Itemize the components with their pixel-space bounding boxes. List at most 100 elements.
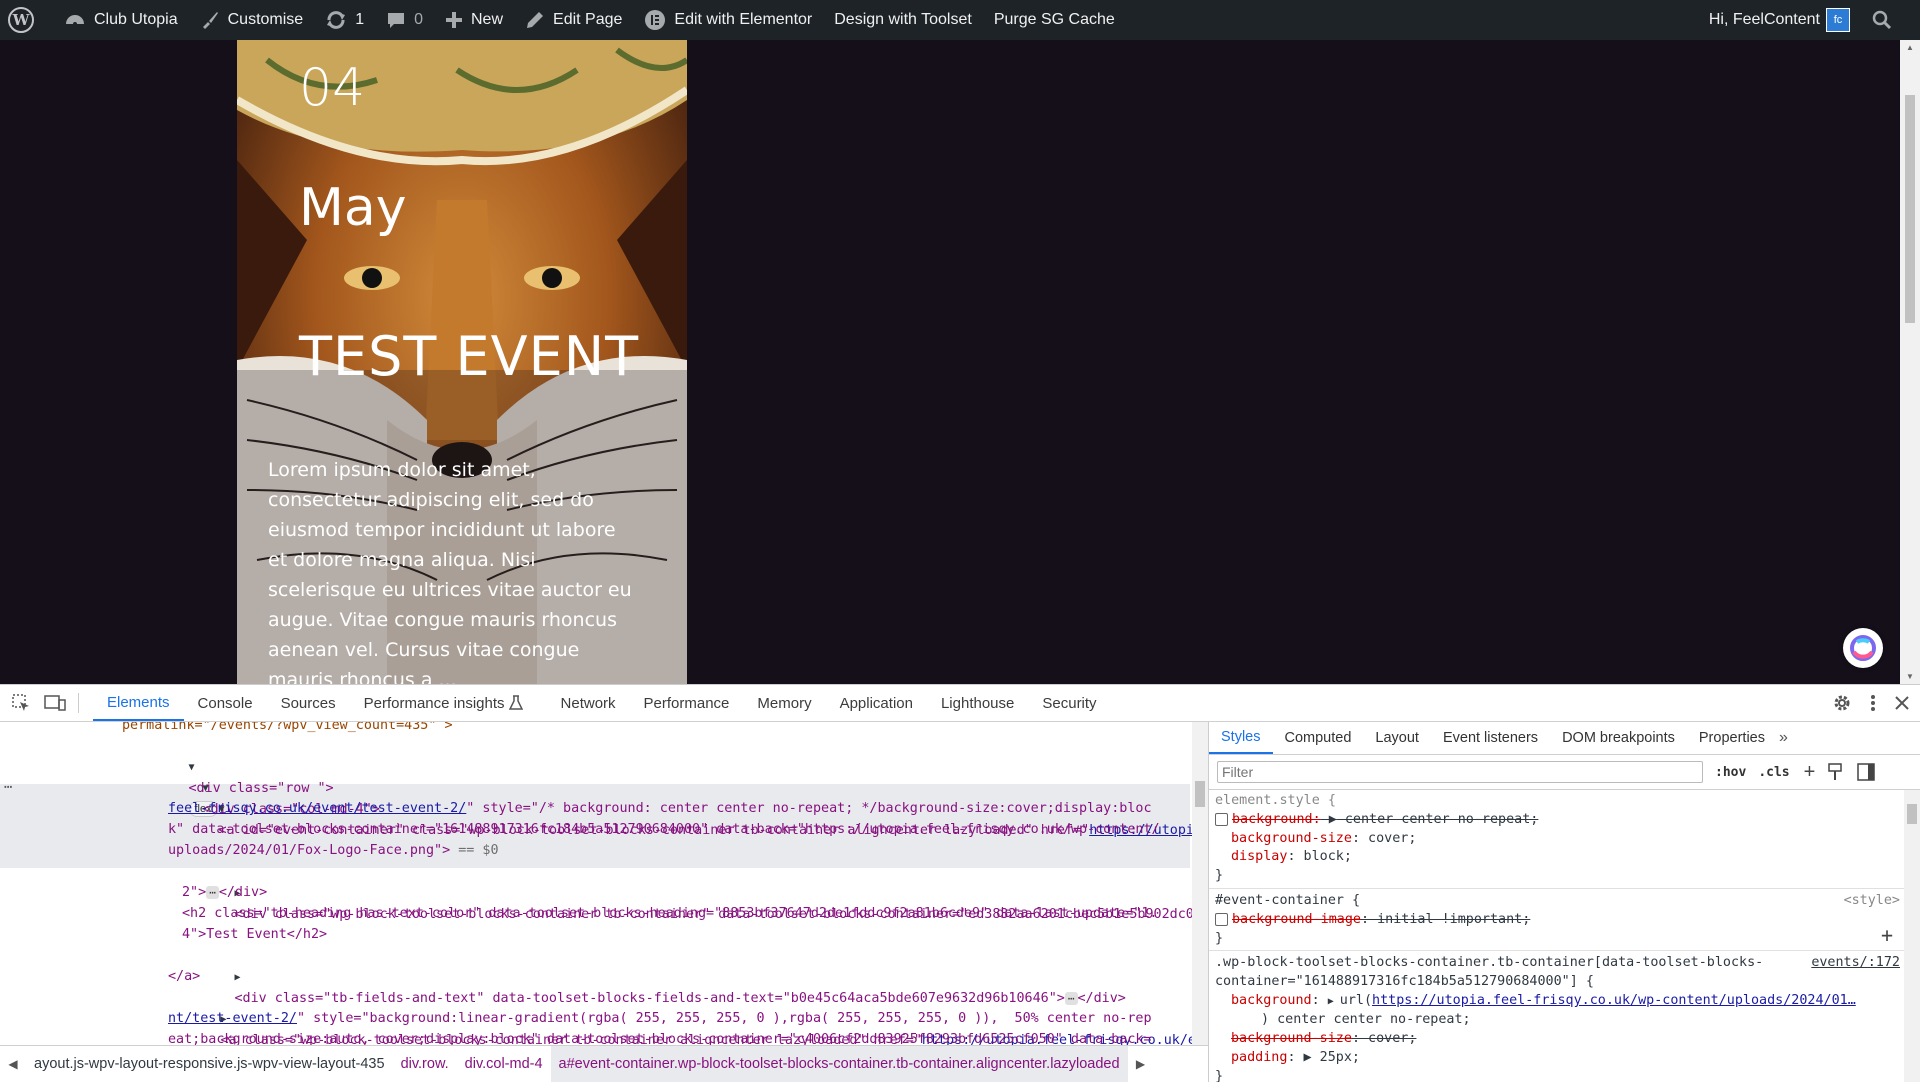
class-toggle[interactable]: .cls xyxy=(1758,765,1789,780)
property-checkbox[interactable] xyxy=(1215,812,1228,826)
css-val-background-size-overridden[interactable]: : cover; xyxy=(1352,1031,1417,1046)
paint-brush-icon[interactable] xyxy=(1827,763,1843,781)
tab-memory[interactable]: Memory xyxy=(743,685,825,721)
site-name-menu[interactable]: Club Utopia xyxy=(53,0,189,40)
tab-network[interactable]: Network xyxy=(547,685,630,721)
dom-breadcrumb: ◀ ayout.js-wpv-layout-responsive.js-wpv-… xyxy=(0,1045,1208,1082)
search-icon xyxy=(1872,10,1892,30)
collapsed-content-badge[interactable]: ⋯ xyxy=(206,886,219,899)
css-prop-display[interactable]: display xyxy=(1231,849,1287,864)
breadcrumb-item[interactable]: div.col-md-4 xyxy=(457,1056,551,1072)
events-source-link[interactable]: events/:172 xyxy=(1811,954,1900,973)
edit-elementor-link[interactable]: Edit with Elementor xyxy=(633,0,823,40)
account-menu[interactable]: Hi, FeelContent fc xyxy=(1698,0,1861,40)
scroll-up-arrow-icon[interactable]: ▲ xyxy=(1906,43,1914,52)
page-scrollbar[interactable]: ▲ ▼ xyxy=(1900,40,1920,684)
background-url-link[interactable]: https://utopia.feel-frisqy.co.uk/wp-cont… xyxy=(1372,993,1856,1008)
styles-scrollbar[interactable] xyxy=(1904,790,1920,1082)
edit-page-label: Edit Page xyxy=(553,11,623,28)
search-toggle[interactable] xyxy=(1861,0,1920,40)
settings-gear-icon[interactable] xyxy=(1832,693,1852,713)
sidebar-toggle-icon[interactable] xyxy=(1857,763,1876,781)
tab-performance[interactable]: Performance xyxy=(630,685,744,721)
anchor2-href-link-cont[interactable]: nt/test-event-2/ xyxy=(168,1011,297,1026)
event-day: 04 xyxy=(299,58,366,118)
css-prop-background[interactable]: background xyxy=(1231,993,1312,1008)
new-content-menu[interactable]: New xyxy=(434,0,514,40)
tab-layout[interactable]: Layout xyxy=(1363,722,1431,754)
event-description: Lorem ipsum dolor sit amet, consectetur … xyxy=(268,459,632,684)
edit-elementor-label: Edit with Elementor xyxy=(674,11,813,28)
anchor-href-link-cont[interactable]: feel-frisqy.co.uk/event/test-event-2/ xyxy=(168,801,466,816)
tab-security[interactable]: Security xyxy=(1028,685,1110,721)
breadcrumb-left-arrow-icon[interactable]: ◀ xyxy=(0,1057,26,1071)
styles-scroll-thumb[interactable] xyxy=(1907,804,1917,824)
rule-close-brace: } xyxy=(1215,1069,1224,1082)
code-line-heading[interactable]: <h2 class="tb-heading has-text-color" da… xyxy=(182,906,1157,921)
close-devtools-icon[interactable] xyxy=(1894,695,1910,711)
inspect-element-button[interactable] xyxy=(4,685,38,721)
collapse-arrow-icon[interactable]: ▶ xyxy=(235,972,241,983)
node-actions-ellipsis-icon[interactable]: ⋯ xyxy=(4,778,12,799)
css-prop-background[interactable]: background: xyxy=(1232,812,1321,827)
comments-link[interactable]: 0 xyxy=(375,0,434,40)
tab-performance-insights[interactable]: Performance insights xyxy=(350,685,537,721)
elementor-icon xyxy=(645,10,666,30)
styles-tabbar: Styles Computed Layout Event listeners D… xyxy=(1209,722,1920,755)
tab-elements[interactable]: Elements xyxy=(93,685,184,721)
more-options-icon[interactable] xyxy=(1870,694,1876,712)
breadcrumb-item-active[interactable]: a#event-container.wp-block-toolset-block… xyxy=(550,1046,1128,1082)
style-source-link[interactable]: <style> xyxy=(1844,892,1900,911)
elements-tree[interactable]: permalink="/events/?wpv_view_count=435" … xyxy=(0,722,1208,1045)
breadcrumb-right-arrow-icon[interactable]: ▶ xyxy=(1128,1057,1154,1071)
rule-close-brace: } xyxy=(1215,868,1224,883)
new-rule-plus-icon[interactable]: + xyxy=(1804,761,1816,784)
tab-dom-breakpoints[interactable]: DOM breakpoints xyxy=(1550,722,1687,754)
tab-console[interactable]: Console xyxy=(184,685,267,721)
tab-computed[interactable]: Computed xyxy=(1273,722,1364,754)
tab-event-listeners[interactable]: Event listeners xyxy=(1431,722,1550,754)
elements-scrollbar[interactable] xyxy=(1192,722,1208,1045)
tab-sources[interactable]: Sources xyxy=(267,685,350,721)
breadcrumb-item[interactable]: div.row. xyxy=(393,1056,457,1072)
purge-cache-link[interactable]: Purge SG Cache xyxy=(983,0,1126,40)
page-scroll-thumb[interactable] xyxy=(1905,95,1915,323)
code-line-anchor-close[interactable]: </a> xyxy=(168,969,200,984)
css-prop-background-size[interactable]: background-size xyxy=(1231,831,1352,846)
tab-application[interactable]: Application xyxy=(826,685,927,721)
tab-lighthouse[interactable]: Lighthouse xyxy=(927,685,1028,721)
breadcrumb-item[interactable]: ayout.js-wpv-layout-responsive.js-wpv-vi… xyxy=(26,1056,393,1072)
wordpress-menu[interactable]: W xyxy=(0,0,53,40)
more-tabs-chevron-icon[interactable]: » xyxy=(1779,729,1788,747)
svg-text:W: W xyxy=(12,11,31,29)
css-val-background-size[interactable]: : cover; xyxy=(1352,831,1417,846)
device-icon xyxy=(44,695,66,711)
device-toolbar-button[interactable] xyxy=(38,685,72,721)
toolset-container-selector[interactable]: .wp-block-toolset-blocks-container.tb-co… xyxy=(1215,955,1763,970)
css-val-background-image[interactable]: : initial !important; xyxy=(1361,912,1530,927)
pencil-icon xyxy=(527,12,544,28)
add-property-plus-icon[interactable]: + xyxy=(1881,925,1893,945)
customise-link[interactable]: Customise xyxy=(189,0,315,40)
elements-scroll-thumb[interactable] xyxy=(1195,781,1205,807)
css-prop-background-image[interactable]: background-image xyxy=(1232,912,1361,927)
event-container-selector[interactable]: #event-container { xyxy=(1215,893,1360,908)
tab-properties[interactable]: Properties xyxy=(1687,722,1777,754)
property-checkbox[interactable] xyxy=(1215,912,1228,926)
tab-styles[interactable]: Styles xyxy=(1209,722,1273,754)
hover-state-toggle[interactable]: :hov xyxy=(1715,765,1746,780)
event-card[interactable]: 04 May TEST EVENT Lorem ipsum dolor sit … xyxy=(237,40,687,684)
clickup-chat-button[interactable] xyxy=(1843,628,1883,668)
design-toolset-link[interactable]: Design with Toolset xyxy=(823,0,983,40)
edit-page-link[interactable]: Edit Page xyxy=(514,0,633,40)
css-prop-padding[interactable]: padding xyxy=(1231,1050,1287,1065)
updates-link[interactable]: 1 xyxy=(314,0,375,40)
css-val-padding[interactable]: : ▶ 25px; xyxy=(1287,1050,1360,1065)
scroll-down-arrow-icon[interactable]: ▼ xyxy=(1906,672,1914,681)
css-val-background-rest[interactable]: ) center center no-repeat; xyxy=(1261,1012,1471,1027)
styles-filter-input[interactable] xyxy=(1217,761,1703,783)
customise-label: Customise xyxy=(227,11,304,28)
css-val-display[interactable]: : block; xyxy=(1287,849,1352,864)
css-val-background[interactable]: center center no-repeat; xyxy=(1337,812,1539,827)
css-prop-background-size-overridden[interactable]: background-size xyxy=(1231,1031,1352,1046)
